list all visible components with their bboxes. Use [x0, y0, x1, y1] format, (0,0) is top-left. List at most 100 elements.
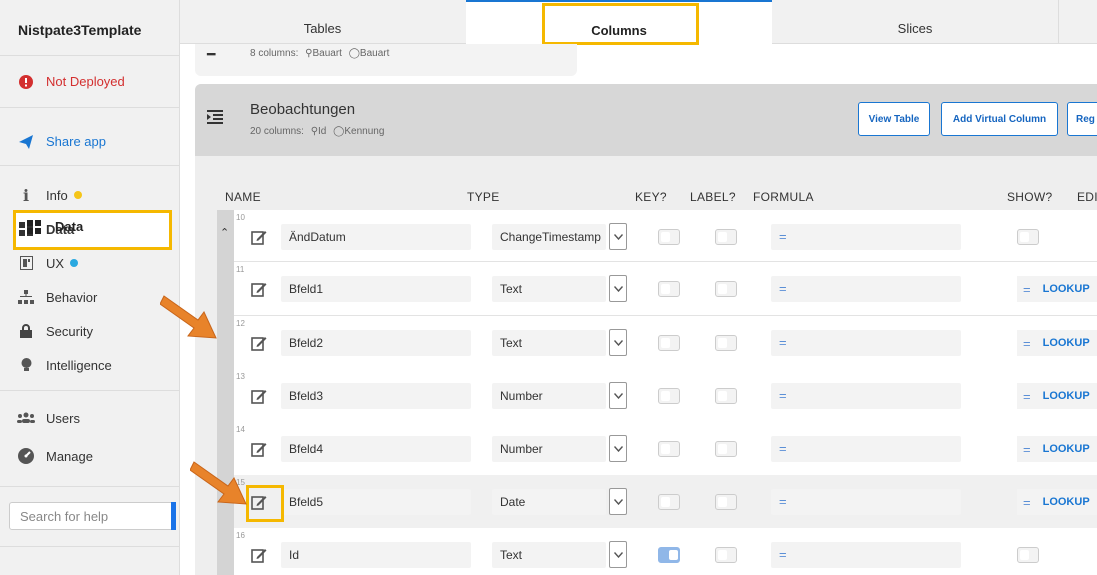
edit-icon[interactable]	[251, 335, 267, 351]
view-table-button[interactable]: View Table	[858, 102, 930, 136]
share-app-label: Share app	[46, 134, 106, 149]
formula-field[interactable]: =	[771, 330, 961, 356]
column-type-field[interactable]: ChangeTimestamp	[492, 224, 606, 250]
tab-columns[interactable]: Columns	[466, 0, 772, 44]
key-toggle[interactable]	[658, 441, 680, 457]
key-toggle[interactable]	[658, 494, 680, 510]
deploy-status-label: Not Deployed	[46, 74, 125, 89]
type-dropdown[interactable]	[609, 488, 627, 515]
type-dropdown[interactable]	[609, 329, 627, 356]
sidebar-item-security[interactable]: Security	[0, 314, 179, 348]
label-toggle[interactable]	[715, 441, 737, 457]
sidebar-item-manage[interactable]: Manage	[0, 437, 179, 475]
previous-table-meta: 8 columns: ⚲Bauart ◯Bauart	[250, 48, 390, 59]
show-toggle[interactable]	[1017, 229, 1039, 245]
sidebar-item-intelligence[interactable]: Intelligence	[0, 348, 179, 382]
label-toggle[interactable]	[715, 229, 737, 245]
sidebar-item-label: UX	[46, 255, 65, 271]
tab-tables[interactable]: Tables	[180, 0, 465, 44]
formula-field[interactable]: =	[771, 542, 961, 568]
type-dropdown[interactable]	[609, 435, 627, 462]
column-type-field[interactable]: Text	[492, 542, 606, 568]
table-row[interactable]: 14 Bfeld4 Number = = LOOKUP	[234, 422, 1097, 476]
edit-icon[interactable]	[251, 281, 267, 297]
sidebar-item-ux[interactable]: UX	[0, 246, 179, 280]
table-row[interactable]: 15 Bfeld5 Date = = LOOKUP	[234, 475, 1097, 529]
key-toggle[interactable]	[658, 388, 680, 404]
app-title: Nistpate3Template	[0, 0, 179, 56]
column-name-field[interactable]: ÄndDatum	[281, 224, 471, 250]
table-row[interactable]: 16 Id Text =	[234, 528, 1097, 575]
table-row[interactable]: 12 Bfeld2 Text = = LOOKUP	[234, 316, 1097, 370]
edit-icon[interactable]	[251, 547, 267, 563]
type-dropdown[interactable]	[609, 541, 627, 568]
key-toggle[interactable]	[658, 281, 680, 297]
formula-icon: =	[779, 441, 787, 456]
lock-icon	[12, 324, 40, 338]
regenerate-button[interactable]: Reg	[1067, 102, 1097, 136]
help-search-input[interactable]: Search for help	[9, 502, 176, 530]
table-row[interactable]: 10 ÄndDatum ChangeTimestamp =	[234, 210, 1097, 262]
column-type-field[interactable]: Number	[492, 383, 606, 409]
formula-field[interactable]: =	[771, 489, 961, 515]
sidebar-item-data-overlay[interactable]: Data	[27, 219, 83, 234]
sidebar-item-behavior[interactable]: Behavior	[0, 280, 179, 314]
chevron-up-icon[interactable]: ⌃	[220, 226, 229, 239]
formula-field[interactable]: =	[771, 224, 961, 250]
sidebar-item-users[interactable]: Users	[0, 399, 179, 437]
edit-icon[interactable]	[251, 494, 267, 510]
key-toggle[interactable]	[658, 229, 680, 245]
show-lookup[interactable]: = LOOKUP	[1017, 489, 1097, 515]
formula-icon: =	[1023, 335, 1031, 351]
chevron-down-icon	[613, 498, 623, 505]
formula-icon: =	[779, 281, 787, 296]
formula-field[interactable]: =	[771, 383, 961, 409]
row-number: 13	[236, 372, 245, 381]
column-name-field[interactable]: Bfeld1	[281, 276, 471, 302]
show-lookup[interactable]: = LOOKUP	[1017, 276, 1097, 302]
type-dropdown[interactable]	[609, 275, 627, 302]
edit-icon[interactable]	[251, 229, 267, 245]
label-toggle[interactable]	[715, 281, 737, 297]
column-name-field[interactable]: Bfeld4	[281, 436, 471, 462]
show-lookup[interactable]: = LOOKUP	[1017, 383, 1097, 409]
column-name-field[interactable]: Bfeld3	[281, 383, 471, 409]
share-app-link[interactable]: Share app	[0, 108, 179, 166]
tag-icon: ◯	[348, 48, 360, 59]
show-lookup[interactable]: = LOOKUP	[1017, 330, 1097, 356]
label-toggle[interactable]	[715, 494, 737, 510]
row-number: 16	[236, 531, 245, 540]
table-card-header[interactable]: Beobachtungen 20 columns: ⚲Id ◯Kennung V…	[195, 84, 1097, 156]
table-row[interactable]: 13 Bfeld3 Number = = LOOKUP	[234, 369, 1097, 423]
label-toggle[interactable]	[715, 547, 737, 563]
add-virtual-column-button[interactable]: Add Virtual Column	[941, 102, 1058, 136]
tab-slices[interactable]: Slices	[772, 0, 1058, 44]
chevron-down-icon	[613, 285, 623, 292]
sidebar-item-info[interactable]: i Info	[0, 178, 179, 212]
column-type-field[interactable]: Text	[492, 276, 606, 302]
key-toggle[interactable]	[658, 547, 680, 563]
column-name-field[interactable]: Bfeld2	[281, 330, 471, 356]
formula-field[interactable]: =	[771, 436, 961, 462]
edit-icon[interactable]	[251, 388, 267, 404]
key-toggle[interactable]	[658, 335, 680, 351]
table-meta: 20 columns: ⚲Id ◯Kennung	[250, 126, 385, 137]
type-dropdown[interactable]	[609, 382, 627, 409]
col-header-name: NAME	[225, 190, 261, 204]
table-row[interactable]: 11 Bfeld1 Text = = LOOKUP	[234, 262, 1097, 316]
previous-table-card[interactable]: ━ 8 columns: ⚲Bauart ◯Bauart	[195, 44, 577, 76]
label-toggle[interactable]	[715, 388, 737, 404]
formula-field[interactable]: =	[771, 276, 961, 302]
label-toggle[interactable]	[715, 335, 737, 351]
show-toggle[interactable]	[1017, 547, 1039, 563]
column-name-field[interactable]: Id	[281, 542, 471, 568]
column-type-field[interactable]: Date	[492, 489, 606, 515]
column-type-field[interactable]: Text	[492, 330, 606, 356]
column-name-field[interactable]: Bfeld5	[281, 489, 471, 515]
show-lookup[interactable]: = LOOKUP	[1017, 436, 1097, 462]
column-type-field[interactable]: Number	[492, 436, 606, 462]
bulb-icon	[12, 358, 40, 372]
type-dropdown[interactable]	[609, 223, 627, 250]
edit-icon[interactable]	[251, 441, 267, 457]
deploy-status[interactable]: Not Deployed	[0, 56, 179, 108]
